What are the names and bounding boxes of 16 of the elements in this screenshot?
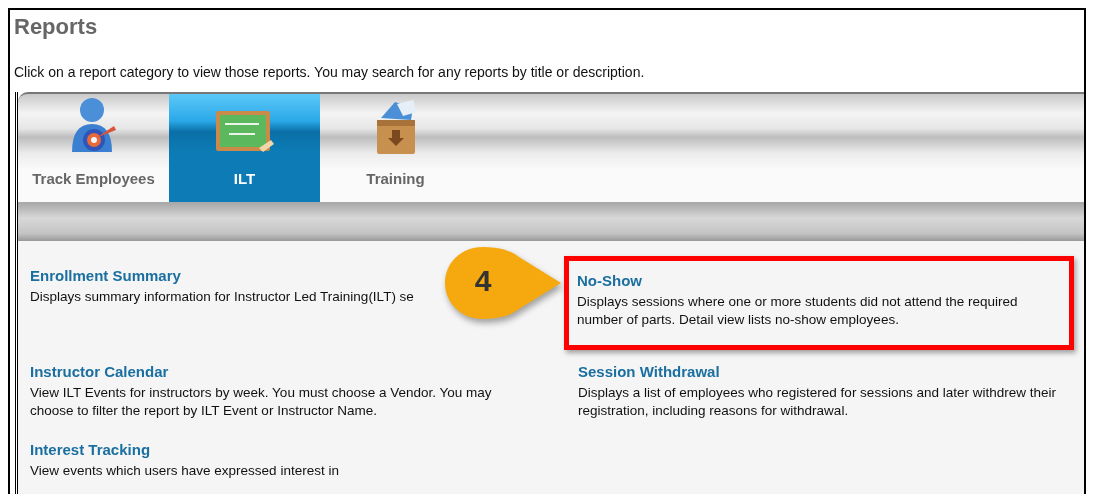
category-tab[interactable]: Track Employees [18,94,169,202]
report-link[interactable]: Session Withdrawal [578,363,720,381]
category-tab[interactable]: ILT [169,94,320,202]
report-link[interactable]: Enrollment Summary [30,267,181,285]
report-link[interactable]: Instructor Calendar [30,363,169,381]
step-number: 4 [473,263,493,299]
report-description: Displays a list of employees who registered for sessions and later withdrew their registration, including reasons for withdrawal. [578,384,1057,420]
report-link[interactable]: Interest Tracking [30,441,151,459]
report-description: View events which users have expressed interest in [30,462,340,480]
category-tab[interactable]: Training [320,94,471,202]
page-title: Reports [13,13,99,41]
report-description: Displays sessions where one or more students did not attend the required number of parts. Detail view lists no-show employees. [577,293,1019,329]
report-description: View ILT Events for instructors by week. You must choose a Vendor. You may choose to filter the report by ILT Event or Instructor Name. [30,384,493,420]
report-description: Displays summary information for Instructor Led Training(ILT) se [30,288,415,306]
report-link[interactable]: No-Show [577,272,642,290]
intro-text: Click on a report category to view those reports. You may search for any reports by title or description. [13,63,646,81]
